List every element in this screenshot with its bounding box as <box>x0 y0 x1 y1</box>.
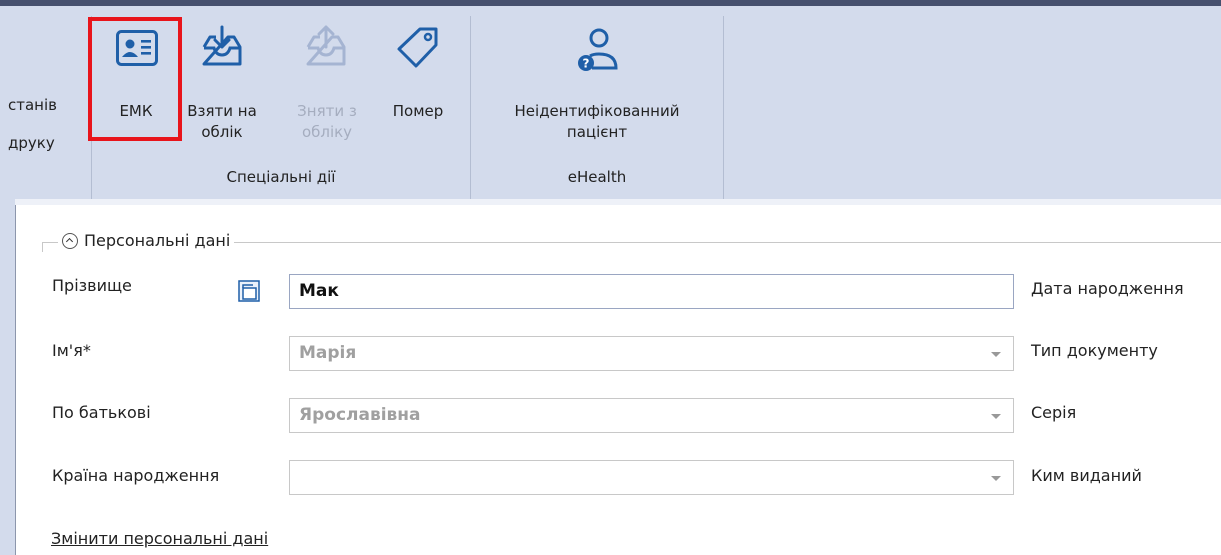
patronymic-value: Ярославівна <box>299 405 421 425</box>
svg-text:?: ? <box>583 57 590 71</box>
patient-form-panel <box>15 199 1221 555</box>
inbox-upload-icon <box>306 25 346 66</box>
patronymic-label: По батькові <box>52 403 151 422</box>
dropdown-arrow-icon[interactable] <box>991 476 1001 481</box>
change-personal-data-link[interactable]: Змінити персональні дані <box>51 529 268 548</box>
ribbon-left-label-2[interactable]: друку <box>8 134 55 152</box>
section-title: Персональні дані <box>84 231 231 250</box>
surname-input[interactable]: Мак <box>289 274 1014 309</box>
take-label-line1: Взяти на <box>187 102 257 120</box>
remove-label-line1: Зняти з <box>297 102 357 120</box>
inbox-download-icon <box>202 25 242 66</box>
remove-label-line2: обліку <box>301 123 353 141</box>
country-combobox[interactable] <box>289 460 1014 495</box>
unidentified-label-line1: Неідентифікованний <box>514 102 680 120</box>
country-label: Країна народження <box>52 466 220 485</box>
take-on-record-button[interactable]: Взяти на облік <box>180 24 264 141</box>
name-value: Марія <box>299 343 357 363</box>
mark-label: Помер <box>392 102 444 120</box>
copy-icon[interactable] <box>238 280 260 302</box>
series-label: Серія <box>1031 403 1077 422</box>
collapse-chevron-icon[interactable] <box>62 232 78 249</box>
remove-from-record-button[interactable]: Зняти з обліку <box>284 24 370 141</box>
unidentified-label-line2: пацієнт <box>566 123 628 141</box>
issued-by-label: Ким виданий <box>1031 466 1142 485</box>
tag-icon <box>397 27 438 68</box>
emk-highlight-frame <box>88 17 182 141</box>
surname-label: Прізвище <box>52 276 132 295</box>
patronymic-combobox[interactable]: Ярославівна <box>289 398 1014 433</box>
left-frame-strip <box>0 199 15 555</box>
unidentified-patient-button[interactable]: ? Неідентифікованний пацієнт <box>478 24 716 154</box>
section-divider-left <box>42 242 43 252</box>
birth-date-label: Дата народження <box>1031 279 1184 298</box>
take-label-line2: облік <box>201 123 243 141</box>
dropdown-arrow-icon[interactable] <box>991 414 1001 419</box>
group-label-special: Спеціальні дії <box>226 168 336 186</box>
section-header-personal[interactable]: Персональні дані <box>58 231 235 250</box>
ribbon-separator <box>723 16 724 199</box>
ribbon-left-label-1[interactable]: станів <box>8 96 57 114</box>
mark-deceased-button[interactable]: Помер <box>374 24 462 136</box>
name-combobox[interactable]: Марія <box>289 336 1014 371</box>
name-label: Ім'я* <box>52 341 91 360</box>
group-label-ehealth: eHealth <box>567 168 627 186</box>
panel-top-border <box>15 199 1221 205</box>
dropdown-arrow-icon[interactable] <box>991 352 1001 357</box>
doc-type-label: Тип документу <box>1031 341 1158 360</box>
user-question-icon: ? <box>578 28 618 71</box>
